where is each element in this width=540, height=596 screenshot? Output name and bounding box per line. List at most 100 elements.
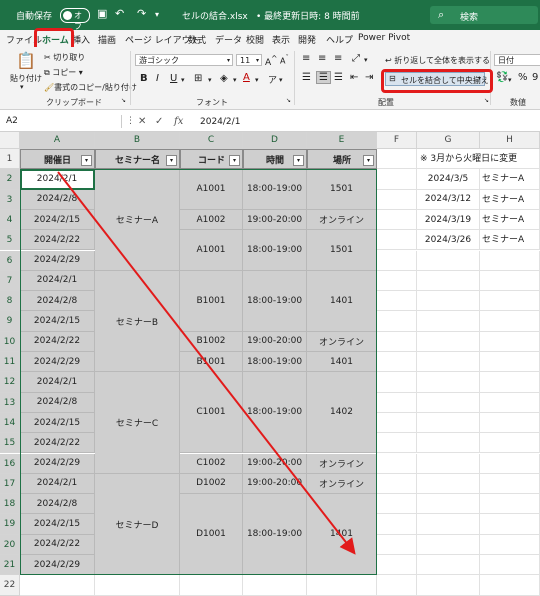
row-header-13[interactable]: 13: [0, 392, 20, 413]
empty-cell[interactable]: [243, 575, 307, 596]
paste-icon[interactable]: 📋: [16, 51, 36, 70]
code-cell[interactable]: B1001: [180, 270, 243, 332]
empty-cell[interactable]: [417, 311, 480, 332]
empty-cell[interactable]: [377, 534, 417, 555]
empty-cell[interactable]: [377, 311, 417, 332]
percent-icon[interactable]: %: [518, 72, 528, 83]
select-all-corner[interactable]: [0, 132, 20, 149]
wrap-text-button[interactable]: ↩ 折り返して全体を表示する: [385, 55, 490, 66]
empty-cell[interactable]: [377, 412, 417, 434]
increase-indent-icon[interactable]: ⇥: [365, 72, 373, 83]
code-cell[interactable]: D1001: [180, 494, 243, 576]
tab-developer[interactable]: 開発: [298, 33, 316, 46]
date-cell[interactable]: 2024/2/15: [20, 412, 95, 434]
empty-cell[interactable]: [480, 352, 540, 373]
code-cell[interactable]: A1001: [180, 169, 243, 210]
column-header-h[interactable]: H: [480, 132, 540, 149]
side-date-cell[interactable]: 2024/3/5: [417, 169, 480, 190]
row-header-4[interactable]: 4: [0, 209, 20, 231]
phonetic-icon[interactable]: ア: [268, 73, 277, 86]
date-cell[interactable]: 2024/2/29: [20, 250, 95, 271]
row-header-11[interactable]: 11: [0, 352, 20, 373]
empty-cell[interactable]: [377, 453, 417, 474]
row-header-6[interactable]: 6: [0, 250, 20, 271]
row-header-7[interactable]: 7: [0, 270, 20, 292]
empty-cell[interactable]: [377, 352, 417, 373]
column-header-f[interactable]: F: [377, 132, 417, 149]
undo-icon[interactable]: ↶: [115, 7, 124, 20]
side-date-cell[interactable]: 2024/3/26: [417, 230, 480, 251]
column-header-g[interactable]: G: [417, 132, 480, 149]
table-header-cell[interactable]: 時間 ▾: [243, 149, 307, 170]
empty-cell[interactable]: [480, 555, 540, 576]
empty-cell[interactable]: [480, 514, 540, 535]
code-cell[interactable]: C1001: [180, 372, 243, 454]
chevron-down-icon[interactable]: ▾: [279, 76, 283, 84]
empty-cell[interactable]: [377, 169, 417, 190]
empty-cell[interactable]: [417, 372, 480, 393]
code-cell[interactable]: D1002: [180, 473, 243, 495]
alignment-launcher-icon[interactable]: ↘: [484, 97, 489, 104]
row-header-20[interactable]: 20: [0, 534, 20, 555]
autosave-toggle[interactable]: オフ: [60, 8, 90, 31]
empty-cell[interactable]: [417, 412, 480, 434]
date-cell[interactable]: 2024/2/8: [20, 291, 95, 312]
row-header-1[interactable]: 1: [0, 149, 20, 170]
more-icon[interactable]: ⋮: [126, 116, 135, 126]
empty-cell[interactable]: [480, 331, 540, 352]
empty-cell[interactable]: [377, 189, 417, 210]
empty-cell[interactable]: [480, 453, 540, 474]
tab-insert[interactable]: 挿入: [72, 33, 90, 46]
orientation-icon[interactable]: ⤢: [352, 53, 360, 64]
row-header-18[interactable]: 18: [0, 494, 20, 515]
code-cell[interactable]: A1002: [180, 209, 243, 231]
empty-cell[interactable]: [417, 473, 480, 495]
cancel-icon[interactable]: ✕: [138, 116, 146, 127]
filter-dropdown-icon[interactable]: ▾: [229, 155, 240, 167]
chevron-down-icon[interactable]: ▾: [508, 76, 512, 84]
date-cell[interactable]: 2024/2/15: [20, 514, 95, 535]
empty-cell[interactable]: [480, 270, 540, 292]
empty-cell[interactable]: [480, 575, 540, 596]
empty-cell[interactable]: [417, 392, 480, 413]
date-cell[interactable]: 2024/2/1: [20, 270, 95, 292]
seminar-cell[interactable]: セミナーD: [95, 473, 180, 576]
time-cell[interactable]: 18:00-19:00: [243, 230, 307, 271]
seminar-cell[interactable]: セミナーC: [95, 372, 180, 474]
empty-cell[interactable]: [377, 514, 417, 535]
copy-button[interactable]: ⧉ コピー ▾: [44, 67, 83, 78]
empty-cell[interactable]: [377, 372, 417, 393]
empty-cell[interactable]: [307, 575, 377, 596]
format-painter-button[interactable]: 🖌書式のコピー/貼り付け: [44, 82, 137, 93]
time-cell[interactable]: 18:00-19:00: [243, 352, 307, 373]
date-cell[interactable]: 2024/2/22: [20, 433, 95, 454]
tab-power-pivot[interactable]: Power Pivot: [358, 33, 410, 43]
table-header-cell[interactable]: コード ▾: [180, 149, 243, 170]
align-bottom-icon[interactable]: ≡: [334, 53, 342, 64]
side-name-cell[interactable]: セミナーA: [480, 209, 540, 231]
font-name-box[interactable]: 游ゴシック ▾: [135, 54, 233, 66]
fill-color-icon[interactable]: ◈: [220, 73, 228, 84]
fill-handle[interactable]: [0, 0, 5, 5]
side-name-cell[interactable]: セミナーA: [480, 169, 540, 190]
row-header-21[interactable]: 21: [0, 555, 20, 576]
date-cell[interactable]: 2024/2/29: [20, 352, 95, 373]
place-cell[interactable]: オンライン: [307, 453, 377, 474]
place-cell[interactable]: 1501: [307, 169, 377, 210]
date-cell[interactable]: 2024/2/1: [20, 473, 95, 495]
date-cell[interactable]: 2024/2/22: [20, 534, 95, 555]
empty-cell[interactable]: [417, 270, 480, 292]
date-cell[interactable]: 2024/2/8: [20, 392, 95, 413]
empty-cell[interactable]: [377, 331, 417, 352]
empty-cell[interactable]: [417, 453, 480, 474]
column-header-d[interactable]: D: [243, 132, 307, 149]
empty-cell[interactable]: [377, 555, 417, 576]
date-cell[interactable]: 2024/2/22: [20, 230, 95, 251]
empty-cell[interactable]: [417, 514, 480, 535]
empty-cell[interactable]: [377, 291, 417, 312]
empty-cell[interactable]: [180, 575, 243, 596]
place-cell[interactable]: オンライン: [307, 209, 377, 231]
empty-cell[interactable]: [377, 209, 417, 231]
search-box[interactable]: ⌕ 検索: [430, 6, 538, 24]
date-cell[interactable]: 2024/2/29: [20, 453, 95, 474]
